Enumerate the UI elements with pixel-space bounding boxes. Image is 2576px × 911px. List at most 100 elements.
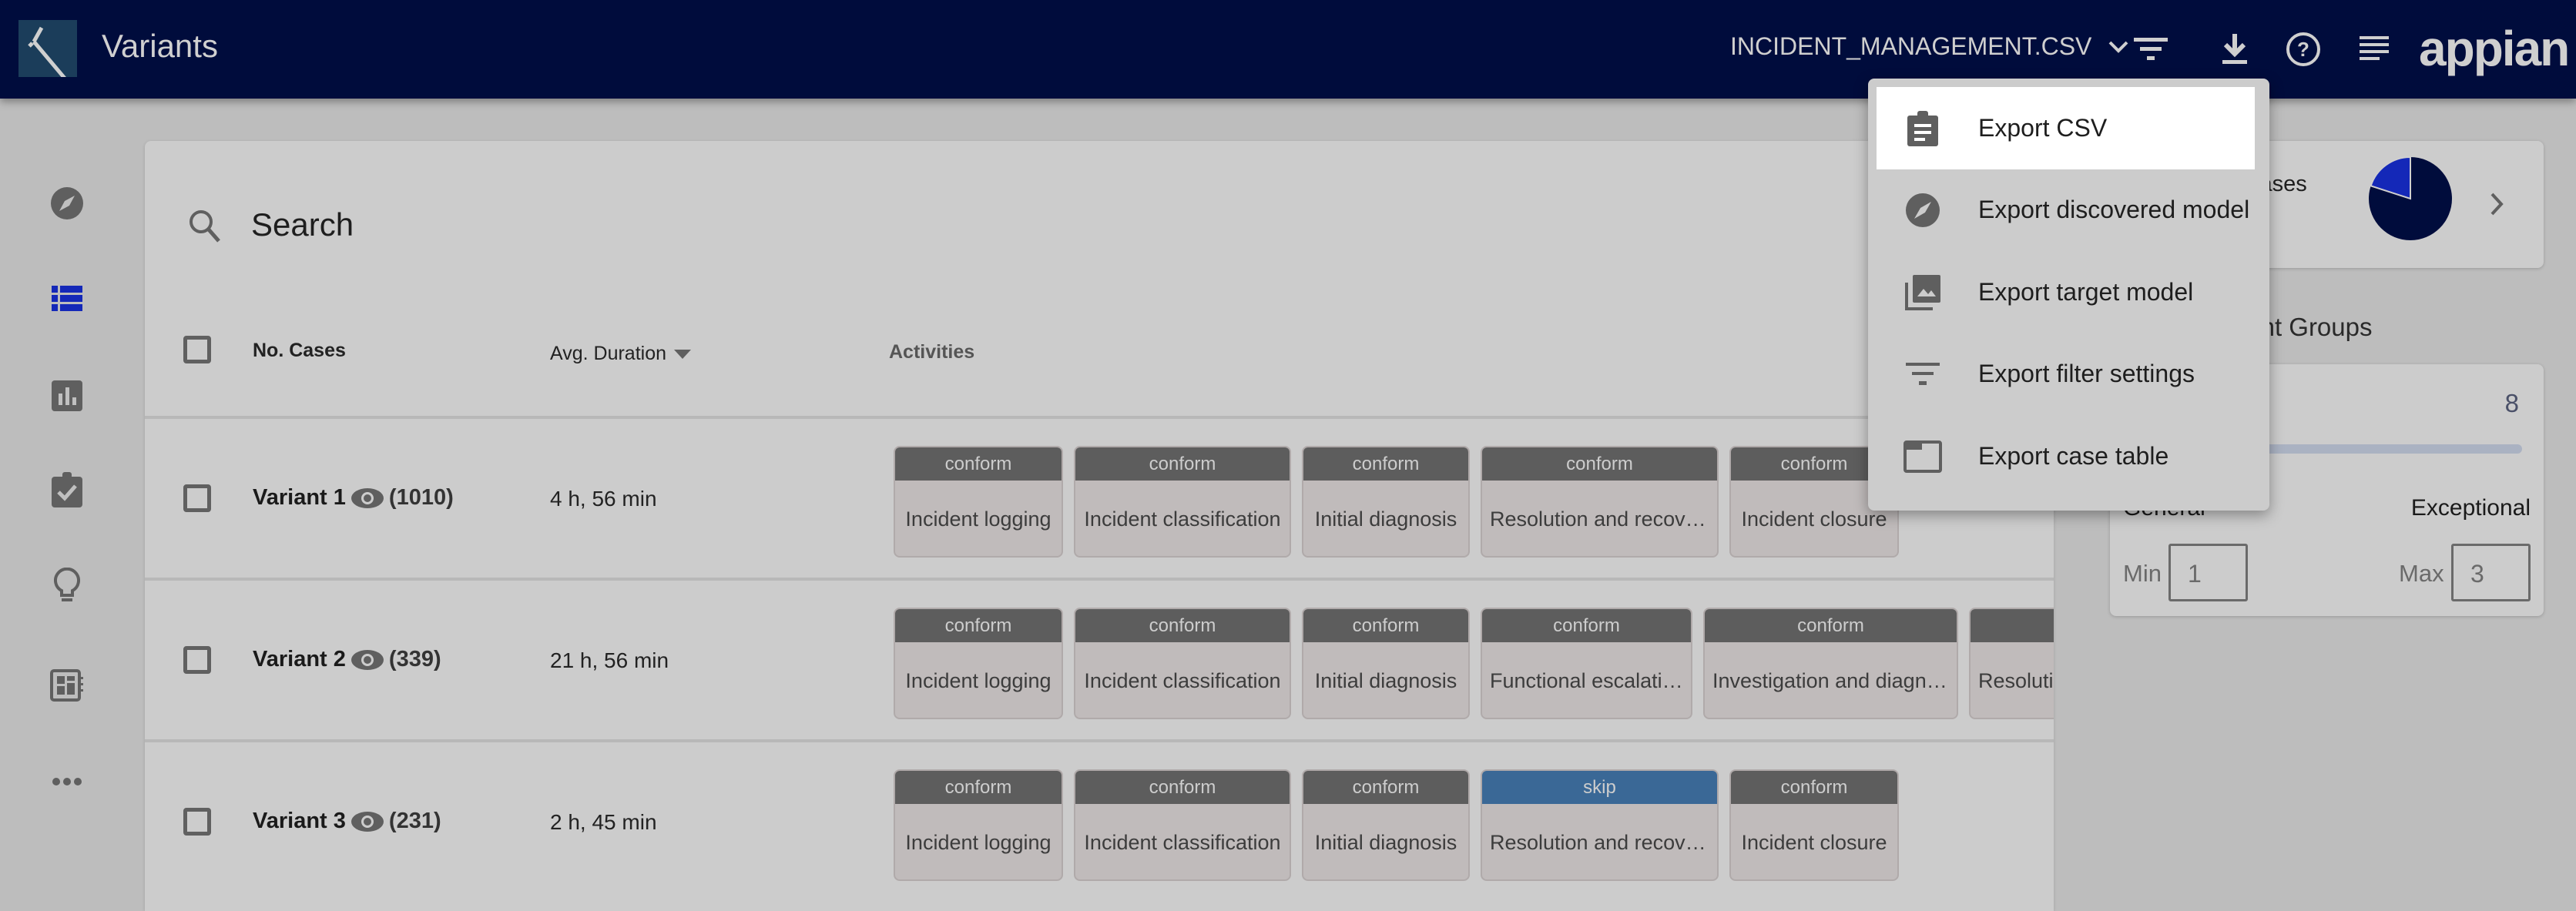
file-selector[interactable]: INCIDENT_MANAGEMENT.CSV <box>1730 32 2130 61</box>
variant-count: (339) <box>388 647 441 672</box>
activity-label: Incident logging <box>905 507 1052 531</box>
variant-label: Variant 1 <box>253 485 346 510</box>
download-icon[interactable] <box>2212 26 2258 72</box>
activity-chip[interactable]: conform Resolution and recovery <box>1969 608 2054 719</box>
clipboard-icon <box>1907 110 1938 146</box>
activity-status: conform <box>895 609 1062 642</box>
eye-icon[interactable] <box>351 810 384 833</box>
column-header-cases[interactable]: No. Cases <box>253 340 346 362</box>
activity-chip[interactable]: conform Initial diagnosis <box>1302 608 1470 719</box>
activity-label: Incident classification <box>1084 507 1281 531</box>
activity-label: Incident logging <box>905 831 1052 854</box>
group-count: 8 <box>2504 389 2519 417</box>
row-checkbox[interactable] <box>183 484 211 512</box>
activity-status: conform <box>1705 609 1957 642</box>
duration-header-label: Avg. Duration <box>550 343 667 364</box>
activity-status: conform <box>1971 609 2054 642</box>
activity-label: Functional escalation <box>1490 669 1685 692</box>
select-all-checkbox[interactable] <box>183 336 211 363</box>
eye-icon[interactable] <box>351 487 384 510</box>
sidebar-item-dashboard[interactable] <box>44 662 90 708</box>
table-row[interactable]: Variant 1 (1010) 4 h, 56 min conform Incid… <box>145 419 2054 578</box>
sidebar-item-conformance[interactable] <box>44 467 90 513</box>
more-icon <box>52 778 82 785</box>
tab-icon <box>1903 440 1942 473</box>
menu-item-export-discovered-model[interactable]: Export discovered model <box>1877 169 2255 251</box>
bar-chart-icon <box>52 380 82 411</box>
min-input[interactable]: 1 <box>2168 544 2248 601</box>
activity-status: conform <box>1482 447 1717 481</box>
help-icon[interactable]: ? <box>2280 26 2326 72</box>
sidebar-item-statistics[interactable] <box>44 373 90 419</box>
chevron-right-icon[interactable] <box>2489 192 2504 216</box>
activity-label: Initial diagnosis <box>1314 831 1457 854</box>
activity-label: Resolution and recovery <box>1978 669 2054 692</box>
menu-item-export-target-model[interactable]: Export target model <box>1877 251 2255 333</box>
menu-item-label: Export case table <box>1978 442 2169 470</box>
menu-item-export-case-table[interactable]: Export case table <box>1877 415 2255 497</box>
row-checkbox[interactable] <box>183 808 211 836</box>
activity-label: Incident logging <box>905 669 1052 692</box>
activity-chip[interactable]: conform Incident classification <box>1074 608 1291 719</box>
menu-item-export-filter-settings[interactable]: Export filter settings <box>1877 333 2255 415</box>
sort-down-icon <box>674 349 692 359</box>
row-checkbox[interactable] <box>183 646 211 674</box>
activity-chip[interactable]: conform Incident logging <box>894 446 1063 558</box>
activity-chip[interactable]: skip Resolution and recovery <box>1481 769 1719 881</box>
max-input[interactable]: 3 <box>2451 544 2531 601</box>
column-header-duration[interactable]: Avg. Duration <box>550 343 692 365</box>
activity-status: conform <box>1731 771 1897 804</box>
activity-chip[interactable]: conform Incident logging <box>894 769 1063 881</box>
table-row[interactable]: Variant 3 (231) 2 h, 45 min conform Incide… <box>145 742 2054 901</box>
max-label: Max <box>2399 560 2444 587</box>
variants-table-card: Search No. Cases Avg. Duration Activitie… <box>145 141 2054 911</box>
variant-name[interactable]: Variant 3 (231) <box>253 809 441 834</box>
variant-label: Variant 2 <box>253 647 346 672</box>
search-input[interactable]: Search <box>251 206 354 243</box>
cases-pie-chart <box>2369 156 2452 240</box>
sidebar-item-insights[interactable] <box>44 562 90 608</box>
activity-chip[interactable]: conform Initial diagnosis <box>1302 769 1470 881</box>
filter-icon[interactable] <box>2128 26 2174 72</box>
eye-icon[interactable] <box>351 648 384 672</box>
activity-chip[interactable]: conform Resolution and recovery <box>1481 446 1719 558</box>
activity-status: conform <box>1303 609 1468 642</box>
variant-name[interactable]: Variant 2 (339) <box>253 647 441 672</box>
variant-label: Variant 3 <box>253 809 346 833</box>
activity-status: conform <box>895 771 1062 804</box>
file-name: INCIDENT_MANAGEMENT.CSV <box>1730 32 2092 60</box>
app-logo[interactable] <box>18 20 77 82</box>
menu-item-export-csv[interactable]: Export CSV <box>1877 87 2255 169</box>
sidebar-item-more[interactable] <box>44 759 90 805</box>
variant-duration: 2 h, 45 min <box>550 810 657 834</box>
menu-lines-icon[interactable] <box>2351 26 2397 72</box>
activity-status: conform <box>1075 609 1290 642</box>
activity-chip[interactable]: conform Functional escalation <box>1481 608 1692 719</box>
filter-icon <box>1906 362 1940 385</box>
activity-chip[interactable]: conform Incident classification <box>1074 446 1291 558</box>
activity-chip[interactable]: conform Incident logging <box>894 608 1063 719</box>
list-icon <box>52 286 82 311</box>
activity-chip[interactable]: conform Incident closure <box>1729 769 1899 881</box>
sidebar-item-variants[interactable] <box>44 276 90 322</box>
compass-icon <box>1906 193 1940 227</box>
exceptional-label: Exceptional <box>2410 495 2531 521</box>
activity-status: conform <box>895 447 1062 481</box>
compass-icon <box>51 187 83 219</box>
activity-label: Incident classification <box>1084 669 1281 692</box>
activity-label: Incident closure <box>1741 831 1887 854</box>
lightbulb-icon <box>54 568 80 601</box>
activity-chip[interactable]: conform Investigation and diagnosis <box>1703 608 1958 719</box>
column-header-activities: Activities <box>889 341 975 363</box>
table-row[interactable]: Variant 2 (339) 21 h, 56 min conform Incid… <box>145 581 2054 739</box>
sidebar-item-compass[interactable] <box>44 180 90 226</box>
menu-item-label: Export target model <box>1978 278 2194 306</box>
appian-logo: appian <box>2419 21 2570 76</box>
menu-item-label: Export discovered model <box>1978 196 2250 223</box>
clipboard-check-icon <box>52 472 82 507</box>
variant-duration: 21 h, 56 min <box>550 648 669 672</box>
activity-chip[interactable]: conform Initial diagnosis <box>1302 446 1470 558</box>
activity-chip[interactable]: conform Incident classification <box>1074 769 1291 881</box>
dashboard-icon <box>50 669 83 702</box>
variant-name[interactable]: Variant 1 (1010) <box>253 485 454 511</box>
